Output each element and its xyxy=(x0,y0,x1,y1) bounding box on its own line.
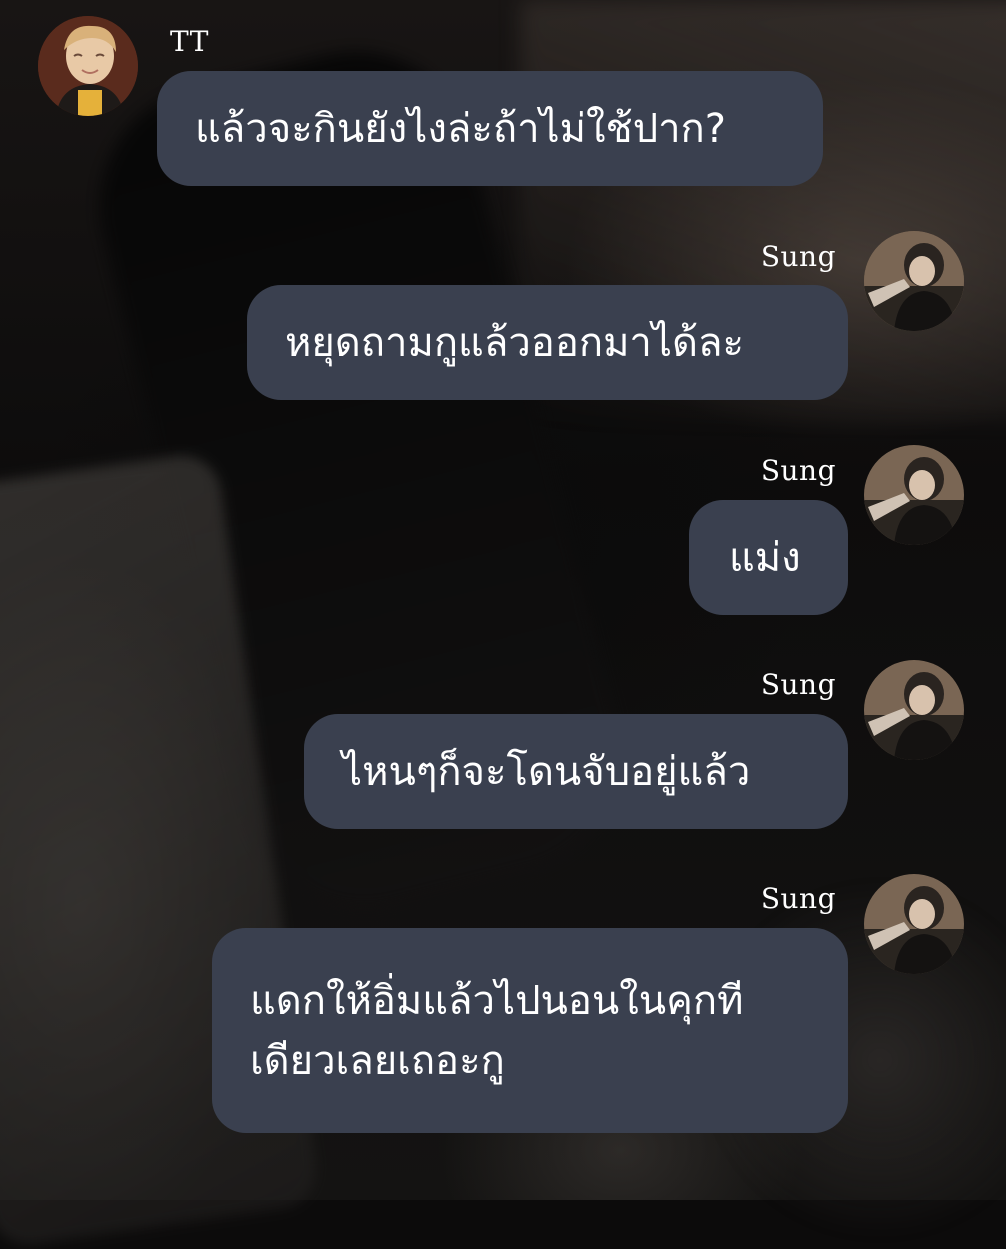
message-text: แล้วจะกินยังไงล่ะถ้าไม่ใช้ปาก? xyxy=(195,105,726,152)
message-bubble[interactable]: หยุดถามกูแล้วออกมาได้ละ xyxy=(247,285,848,400)
sender-name: Sung xyxy=(760,454,836,487)
message-bubble[interactable]: แดกให้อิ่มแล้วไปนอนในคุกที เดียวเลยเถอะก… xyxy=(212,928,848,1133)
message-text: แม่ง xyxy=(729,534,801,581)
message-bubble[interactable]: แล้วจะกินยังไงล่ะถ้าไม่ใช้ปาก? xyxy=(157,71,823,186)
message-text: แดกให้อิ่มแล้วไปนอนในคุกที เดียวเลยเถอะก… xyxy=(250,977,744,1084)
message-text: หยุดถามกูแล้วออกมาได้ละ xyxy=(285,319,744,366)
avatar-tt[interactable] xyxy=(38,16,138,116)
message-text: ไหนๆก็จะโดนจับอยู่แล้ว xyxy=(342,748,751,795)
sender-name: TT xyxy=(170,25,209,58)
avatar-sung[interactable] xyxy=(864,874,964,974)
sender-name: Sung xyxy=(760,668,836,701)
sender-name: Sung xyxy=(760,240,836,273)
message-bubble[interactable]: แม่ง xyxy=(689,500,848,615)
avatar-sung[interactable] xyxy=(864,231,964,331)
sender-name: Sung xyxy=(760,882,836,915)
message-bubble[interactable]: ไหนๆก็จะโดนจับอยู่แล้ว xyxy=(304,714,848,829)
chat-thread: TT แล้วจะกินยังไงล่ะถ้าไม่ใช้ปาก? Sung ห… xyxy=(0,0,1006,1200)
avatar-sung[interactable] xyxy=(864,445,964,545)
avatar-sung[interactable] xyxy=(864,660,964,760)
